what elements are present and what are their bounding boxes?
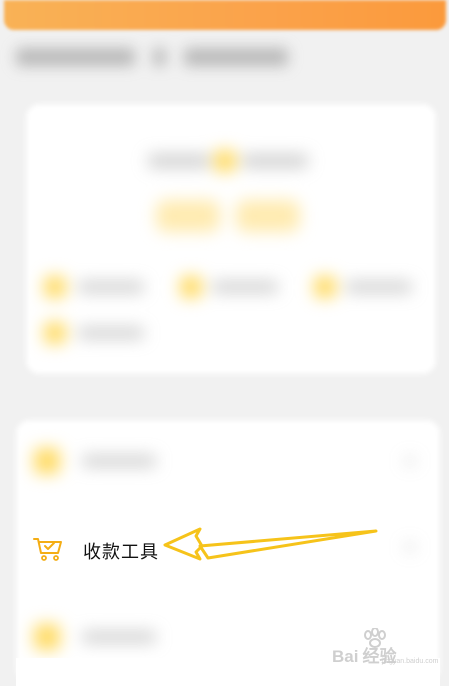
cashier-tool-item[interactable]: 收款工具 xyxy=(30,527,166,571)
annotation-arrow xyxy=(163,527,378,561)
watermark-subtext: jingyan.baidu.com xyxy=(382,658,439,665)
cashier-tool-label: 收款工具 xyxy=(83,542,159,562)
baidu-watermark: Bai 经验 jingyan.baidu.com xyxy=(332,628,444,668)
shopping-cart-check-icon xyxy=(33,538,62,561)
blurred-summary-content xyxy=(0,0,449,400)
